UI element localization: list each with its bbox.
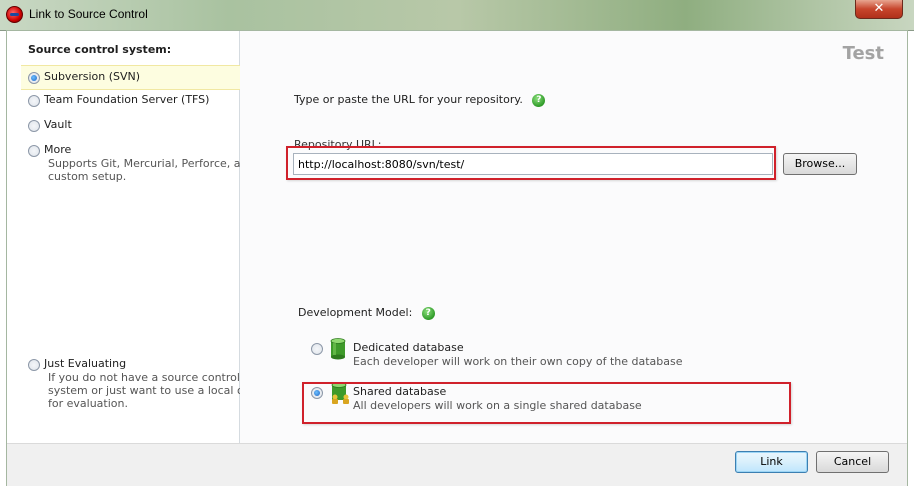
development-model-row: Development Model: ? — [298, 306, 435, 320]
option-description: If you do not have a source control — [48, 371, 240, 384]
radio-vault[interactable] — [28, 120, 40, 132]
page-title: Test — [842, 43, 884, 64]
option-svn[interactable]: Subversion (SVN) — [21, 65, 245, 90]
source-control-panel: Source control system: Subversion (SVN) … — [7, 31, 257, 443]
radio-just-evaluating[interactable] — [28, 359, 40, 371]
radio-dedicated[interactable] — [311, 343, 323, 355]
instruction-text: Type or paste the URL for your repositor… — [294, 93, 523, 106]
close-button[interactable]: ✕ — [855, 0, 903, 19]
close-icon: ✕ — [873, 1, 885, 16]
option-tfs[interactable]: Team Foundation Server (TFS) — [21, 93, 245, 111]
option-description: Supports Git, Mercurial, Perforce, and — [48, 157, 255, 170]
radio-svn[interactable] — [28, 72, 40, 84]
highlight-box-url — [286, 146, 776, 180]
link-button[interactable]: Link — [735, 451, 808, 473]
window-title: Link to Source Control — [29, 7, 148, 21]
option-vault[interactable]: Vault — [21, 118, 245, 136]
help-icon[interactable]: ? — [421, 306, 435, 320]
model-dedicated[interactable]: Dedicated database Each developer will w… — [310, 338, 710, 370]
help-icon[interactable]: ? — [532, 93, 546, 107]
cancel-button[interactable]: Cancel — [816, 451, 889, 473]
radio-tfs[interactable] — [28, 95, 40, 107]
development-model-label: Development Model: — [298, 306, 413, 319]
model-title: Dedicated database — [353, 341, 464, 354]
database-icon — [330, 338, 346, 360]
option-more[interactable]: More Supports Git, Mercurial, Perforce, … — [21, 143, 254, 187]
app-icon — [6, 6, 23, 23]
option-label: Subversion (SVN) — [44, 70, 141, 83]
panel-heading: Source control system: — [28, 43, 172, 56]
radio-more[interactable] — [28, 145, 40, 157]
option-description: for evaluation. — [48, 397, 128, 410]
option-label: Team Foundation Server (TFS) — [44, 93, 210, 106]
option-just-evaluating[interactable]: Just Evaluating If you do not have a sou… — [21, 357, 257, 413]
option-label: More — [44, 143, 72, 156]
title-bar[interactable]: Link to Source Control ✕ — [0, 0, 914, 31]
option-label: Vault — [44, 118, 72, 131]
option-description: system or just want to use a local one — [48, 384, 258, 397]
browse-button[interactable]: Browse... — [783, 153, 857, 175]
highlight-box-shared — [302, 382, 791, 424]
instruction-row: Type or paste the URL for your repositor… — [294, 93, 546, 107]
option-description: custom setup. — [48, 170, 127, 183]
option-label: Just Evaluating — [44, 357, 127, 370]
model-description: Each developer will work on their own co… — [353, 355, 683, 368]
